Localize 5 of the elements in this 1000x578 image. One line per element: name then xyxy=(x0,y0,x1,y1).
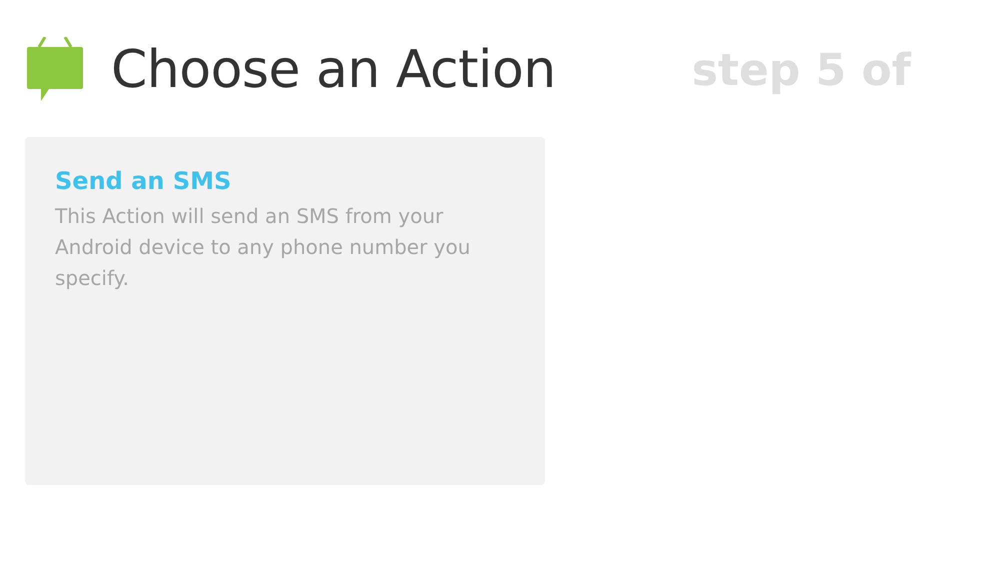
action-card[interactable]: Send an SMS This Action will send an SMS from your Android device to any phone number you specify. xyxy=(25,137,545,485)
action-title: Send an SMS xyxy=(55,167,232,195)
page-title: Choose an Action xyxy=(111,40,556,100)
android-chat-icon xyxy=(25,37,85,103)
action-description: This Action will send an SMS from your Android device to any phone number you specify. xyxy=(55,203,472,292)
